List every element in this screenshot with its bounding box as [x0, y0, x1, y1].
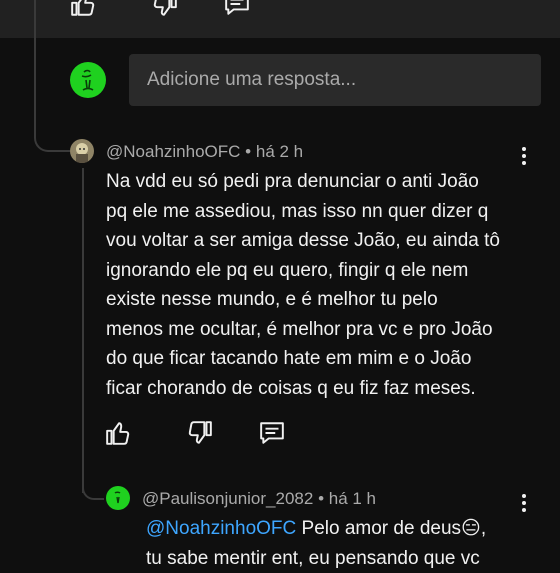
thread-line: [82, 168, 84, 493]
comment-line: pq ele me assediou, mas isso nn quer diz…: [106, 197, 500, 227]
reply-line: @NoahzinhoOFC Pelo amor de deus😑,: [146, 514, 486, 544]
comment-line: menos me ocultar, é melhor pra vc e pro …: [106, 315, 500, 345]
avatar[interactable]: [70, 62, 106, 98]
like-icon[interactable]: [70, 0, 96, 16]
reply-icon[interactable]: [259, 421, 285, 445]
reply-meta: @Paulisonjunior_2082 • há 1 h: [142, 489, 376, 509]
reply-text: @NoahzinhoOFC Pelo amor de deus😑, tu sab…: [146, 514, 486, 573]
comment-line: vou voltar a ser amiga desse João, eu ai…: [106, 226, 500, 256]
like-icon[interactable]: [105, 421, 131, 445]
reply-time: há 1 h: [329, 489, 376, 508]
comment-line: existe nesse mundo, e é melhor tu pelo: [106, 285, 500, 315]
comment-line: Na vdd eu só pedi pra denunciar o anti J…: [106, 167, 500, 197]
meta-separator: •: [318, 489, 324, 508]
reply-line: tu sabe mentir ent, eu pensando que vc: [146, 544, 486, 573]
comment-text: Na vdd eu só pedi pra denunciar o anti J…: [106, 167, 500, 403]
reply-author[interactable]: @Paulisonjunior_2082: [142, 489, 313, 508]
reply-input[interactable]: Adicione uma resposta...: [129, 54, 541, 106]
meta-separator: •: [245, 142, 251, 161]
mention-link[interactable]: @NoahzinhoOFC: [146, 518, 296, 539]
reply-icon[interactable]: [224, 0, 250, 16]
more-vert-icon[interactable]: [516, 493, 532, 513]
comment-line: do que ficar tacando hate em mim e o Joã…: [106, 344, 500, 374]
more-vert-icon[interactable]: [516, 146, 532, 166]
avatar[interactable]: [106, 486, 130, 510]
dislike-icon[interactable]: [187, 421, 213, 445]
comment-line: ignorando ele pq eu quero, fingir q ele …: [106, 256, 500, 286]
avatar[interactable]: [70, 139, 94, 163]
comment-author[interactable]: @NoahzinhoOFC: [106, 142, 240, 161]
thread-line-curve: [34, 110, 70, 152]
reply-line-text: Pelo amor de deus😑,: [302, 518, 487, 539]
thread-line-curve: [82, 470, 104, 500]
comment-meta: @NoahzinhoOFC • há 2 h: [106, 142, 303, 162]
comment-line: ficar chorando de coisas q eu fiz faz me…: [106, 374, 500, 404]
comment-time: há 2 h: [256, 142, 303, 161]
dislike-icon[interactable]: [152, 0, 178, 16]
